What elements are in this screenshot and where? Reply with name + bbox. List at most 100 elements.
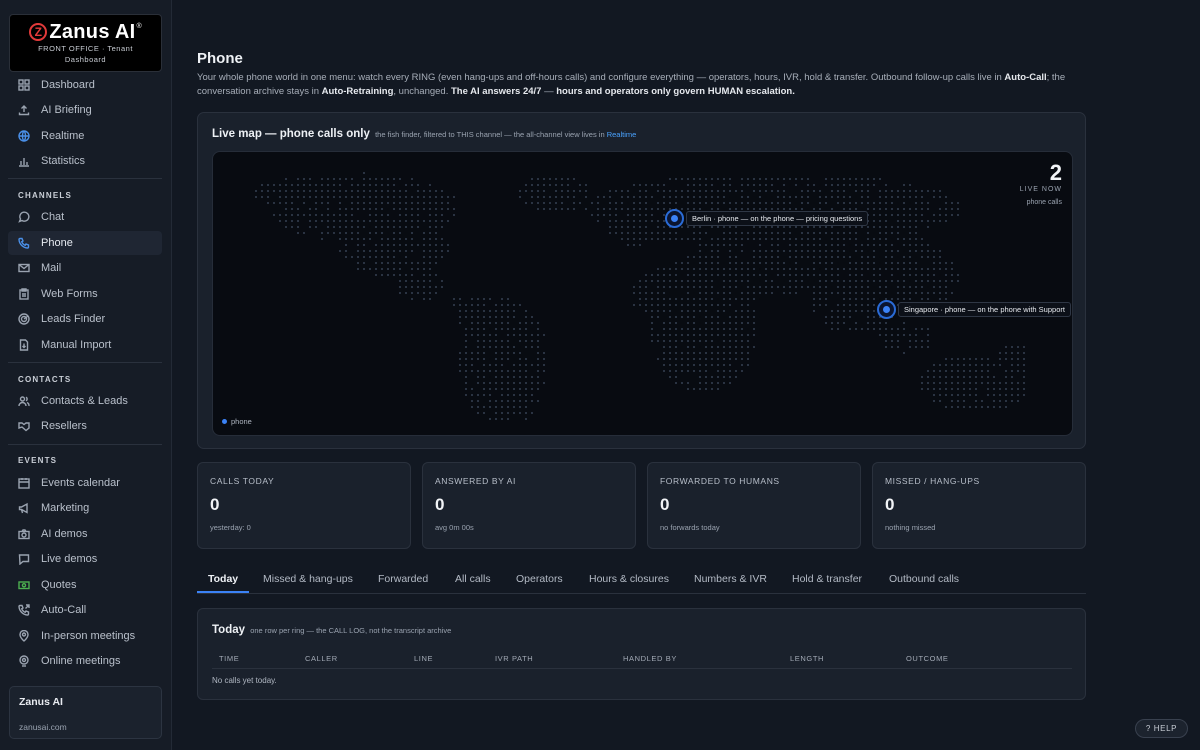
sidebar-item-label: Live demos: [41, 553, 98, 565]
sidebar-item-label: Events calendar: [41, 477, 120, 489]
live-count-box: 2 LIVE NOW phone calls: [1020, 160, 1062, 207]
users-icon: [18, 395, 30, 407]
sidebar-item-web-forms[interactable]: Web Forms: [8, 282, 162, 306]
stat-value: 0: [660, 495, 670, 514]
stat-card-answered-by-ai: ANSWERED BY AI 0 avg 0m 00s: [422, 462, 636, 549]
calendar-icon: [18, 477, 30, 489]
sidebar-item-mail[interactable]: Mail: [8, 256, 162, 280]
megaphone-icon: [18, 502, 30, 514]
registered-mark: ®: [136, 22, 142, 30]
realtime-link[interactable]: Realtime: [607, 130, 637, 139]
map-pin-singapore[interactable]: Singapore · phone — on the phone with Su…: [877, 300, 1071, 319]
column-header-ivr-path: IVR PATH: [495, 654, 534, 663]
sidebar-item-auto-call[interactable]: Auto-Call: [8, 598, 162, 622]
tab-hold-transfer[interactable]: Hold & transfer: [792, 573, 862, 585]
live-count: 2: [1049, 160, 1062, 185]
brand-name: Zanus AI: [49, 20, 136, 43]
sidebar-item-label: Marketing: [41, 502, 90, 514]
map-pin-icon: [18, 630, 30, 642]
live-map-title-text: Live map — phone calls only: [212, 128, 370, 140]
sidebar-divider: [8, 444, 162, 445]
sidebar-item-label: Statistics: [41, 155, 86, 167]
brand-logo[interactable]: Z Zanus AI ® FRONT OFFICE · Tenant Dashb…: [9, 14, 162, 72]
desc-bold: Auto-Retraining: [321, 85, 394, 97]
page-title: Phone: [197, 50, 243, 67]
page-description: Your whole phone world in one menu: watc…: [197, 71, 1077, 98]
brand-subtitle-2: Dashboard: [64, 55, 107, 64]
sidebar-item-phone[interactable]: Phone: [8, 231, 162, 255]
tenant-url: zanusai.com: [19, 722, 67, 732]
sidebar-item-label: Leads Finder: [41, 313, 106, 325]
stat-value: 0: [210, 495, 220, 514]
file-import-icon: [18, 339, 30, 351]
sidebar-item-label: Online meetings: [41, 655, 121, 667]
handshake-icon: [18, 420, 30, 432]
sidebar-item-label: Chat: [41, 211, 65, 223]
sidebar-item-online-meetings[interactable]: Online meetings: [8, 649, 162, 673]
pin-marker: [877, 300, 896, 319]
sidebar-item-ai-briefing[interactable]: AI Briefing: [8, 98, 162, 122]
map-pin-berlin[interactable]: Berlin · phone — on the phone — pricing …: [665, 209, 869, 228]
sidebar-item-chat[interactable]: Chat: [8, 205, 162, 229]
sidebar-item-realtime[interactable]: Realtime: [8, 124, 162, 148]
sidebar-item-live-demos[interactable]: Live demos: [8, 547, 162, 571]
sidebar-item-leads-finder[interactable]: Leads Finder: [8, 307, 162, 331]
tab-forwarded[interactable]: Forwarded: [378, 573, 428, 585]
column-header-caller: CALLER: [305, 654, 338, 663]
tenant-card[interactable]: Zanus AI zanusai.com: [9, 686, 162, 739]
pin-label: Berlin · phone — on the phone — pricing …: [686, 211, 869, 226]
stat-card-calls-today: CALLS TODAY 0 yesterday: 0: [197, 462, 411, 549]
stat-card-missed: MISSED / HANG-UPS 0 nothing missed: [872, 462, 1086, 549]
mail-icon: [18, 262, 30, 274]
tenant-name: Zanus AI: [19, 696, 63, 708]
sidebar: Z Zanus AI ® FRONT OFFICE · Tenant Dashb…: [0, 0, 172, 750]
sidebar-divider: [8, 178, 162, 179]
globe-icon: [18, 130, 30, 142]
chat-bubble-icon: [18, 211, 30, 223]
pin-marker: [665, 209, 684, 228]
stat-value: 0: [435, 495, 445, 514]
tab-hours-closures[interactable]: Hours & closures: [589, 573, 669, 585]
tab-operators[interactable]: Operators: [516, 573, 563, 585]
tab-all-calls[interactable]: All calls: [455, 573, 491, 585]
sidebar-item-ai-demos[interactable]: AI demos: [8, 522, 162, 546]
sidebar-item-label: Phone: [41, 237, 73, 249]
desc-text: —: [541, 85, 557, 97]
money-icon: [18, 579, 30, 591]
section-title-channels: CHANNELS: [18, 191, 73, 200]
desc-bold: hours and operators only govern HUMAN es…: [556, 85, 795, 97]
bar-chart-icon: [18, 155, 30, 167]
column-header-handled-by: HANDLED BY: [623, 654, 677, 663]
column-header-line: LINE: [414, 654, 434, 663]
call-log-panel: Today one row per ring — the CALL LOG, n…: [197, 608, 1086, 700]
tab-today[interactable]: Today: [208, 573, 238, 585]
sidebar-item-label: Realtime: [41, 130, 85, 142]
legend-label: phone: [231, 417, 252, 426]
world-dot-map: [255, 172, 1025, 420]
brand-subtitle: FRONT OFFICE · Tenant: [38, 44, 133, 53]
column-header-outcome: OUTCOME: [906, 654, 949, 663]
world-map[interactable]: 2 LIVE NOW phone calls Berlin · phone — …: [212, 151, 1073, 436]
sidebar-item-resellers[interactable]: Resellers: [8, 414, 162, 438]
phone-tabs: Today Missed & hang-ups Forwarded All ca…: [197, 568, 1086, 594]
sidebar-item-statistics[interactable]: Statistics: [8, 149, 162, 173]
desc-text: , unchanged.: [393, 85, 451, 97]
sidebar-item-events-calendar[interactable]: Events calendar: [8, 471, 162, 495]
tab-missed-hangups[interactable]: Missed & hang-ups: [263, 573, 353, 585]
sidebar-item-marketing[interactable]: Marketing: [8, 496, 162, 520]
sidebar-item-in-person-meetings[interactable]: In-person meetings: [8, 624, 162, 648]
tab-numbers-ivr[interactable]: Numbers & IVR: [694, 573, 767, 585]
pin-label: Singapore · phone — on the phone with Su…: [898, 302, 1071, 317]
table-header-divider: [212, 668, 1072, 669]
sidebar-item-dashboard[interactable]: Dashboard: [8, 73, 162, 97]
clipboard-icon: [18, 288, 30, 300]
stat-sub: nothing missed: [885, 523, 936, 532]
help-button[interactable]: ? HELP: [1135, 719, 1188, 738]
upload-icon: [18, 104, 30, 116]
sidebar-item-quotes[interactable]: Quotes: [8, 573, 162, 597]
desc-bold: Auto-Call: [1004, 72, 1047, 83]
logo-mark: Z: [29, 23, 48, 41]
sidebar-item-manual-import[interactable]: Manual Import: [8, 333, 162, 357]
tab-outbound-calls[interactable]: Outbound calls: [889, 573, 959, 585]
sidebar-item-contacts-leads[interactable]: Contacts & Leads: [8, 389, 162, 413]
